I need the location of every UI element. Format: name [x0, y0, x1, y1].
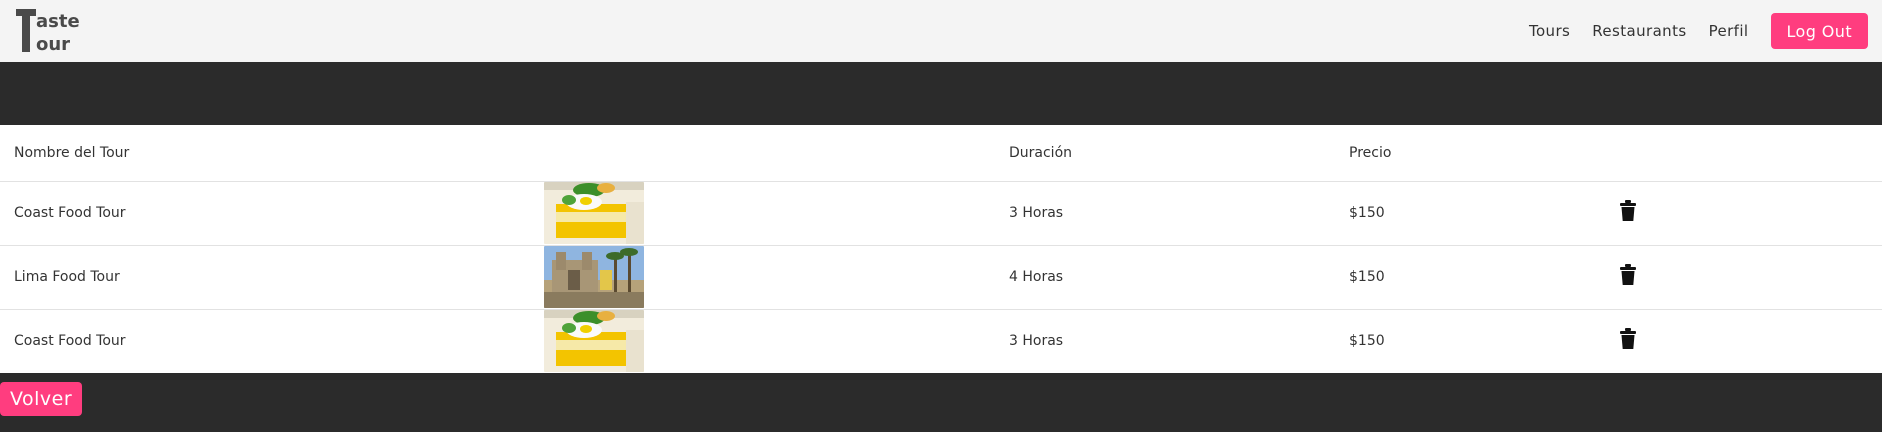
tour-duration: 4 Horas	[995, 245, 1335, 310]
tour-name: Coast Food Tour	[14, 333, 126, 350]
nav-link-perfil[interactable]: Perfil	[1709, 22, 1749, 40]
nav-link-restaurants[interactable]: Restaurants	[1592, 22, 1686, 40]
volver-button[interactable]: Volver	[0, 382, 83, 416]
navbar: aste our Tours Restaurants Perfil Log Ou…	[0, 0, 1882, 62]
table-header-row: Nombre del Tour Duración Precio	[0, 125, 1882, 182]
table-row: Coast Food Tour 3 Horas $150	[0, 181, 1882, 246]
tour-duration: 3 Horas	[995, 181, 1335, 246]
header-actions	[1605, 125, 1882, 182]
svg-text:our: our	[36, 34, 70, 55]
tour-price: $150	[1349, 333, 1385, 350]
lima-cathedral-image	[544, 246, 644, 308]
tour-duration: 3 Horas	[1009, 333, 1064, 350]
causa-dish-image	[544, 182, 644, 244]
nav-link-tours[interactable]: Tours	[1529, 22, 1570, 40]
trash-icon[interactable]	[1619, 328, 1637, 350]
header-nombre: Nombre del Tour	[0, 125, 530, 182]
nav-links: Tours Restaurants Perfil Log Out	[1529, 13, 1868, 49]
taste-tour-logo[interactable]: aste our	[14, 6, 104, 56]
logout-button[interactable]: Log Out	[1770, 13, 1868, 49]
tour-price: $150	[1335, 181, 1605, 246]
trash-icon[interactable]	[1619, 200, 1637, 222]
tour-name: Coast Food Tour	[0, 181, 530, 246]
table-row: Lima Food Tour 4 Horas $150	[0, 245, 1882, 310]
trash-icon[interactable]	[1619, 264, 1637, 286]
causa-dish-image	[544, 310, 644, 373]
table-row: Coast Food Tour 3 Horas $150	[0, 309, 1882, 373]
header-duracion: Duración	[995, 125, 1335, 182]
header-precio: Precio	[1335, 125, 1605, 182]
tours-table: Nombre del Tour Duración Precio Coast Fo…	[0, 125, 1882, 373]
tour-price: $150	[1335, 245, 1605, 310]
header-image	[530, 125, 995, 182]
tours-table-container: Nombre del Tour Duración Precio Coast Fo…	[0, 125, 1882, 373]
dark-banner	[0, 62, 1882, 125]
svg-text:aste: aste	[36, 11, 80, 32]
tour-name: Lima Food Tour	[0, 245, 530, 310]
